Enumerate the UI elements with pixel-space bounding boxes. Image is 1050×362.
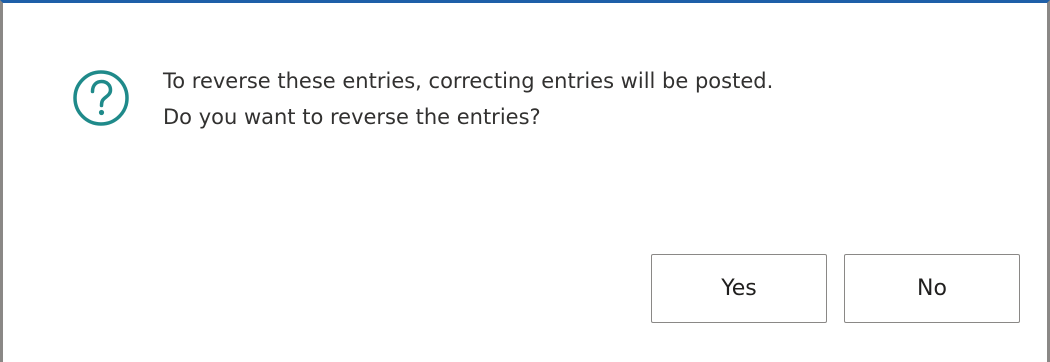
no-button[interactable]: No: [844, 254, 1020, 323]
confirmation-dialog: To reverse these entries, correcting ent…: [0, 0, 1050, 362]
yes-button[interactable]: Yes: [651, 254, 827, 323]
message-line-2: Do you want to reverse the entries?: [163, 105, 541, 129]
message-line-1: To reverse these entries, correcting ent…: [163, 69, 774, 93]
dialog-message: To reverse these entries, correcting ent…: [163, 63, 773, 135]
question-circle-icon: [69, 65, 135, 131]
